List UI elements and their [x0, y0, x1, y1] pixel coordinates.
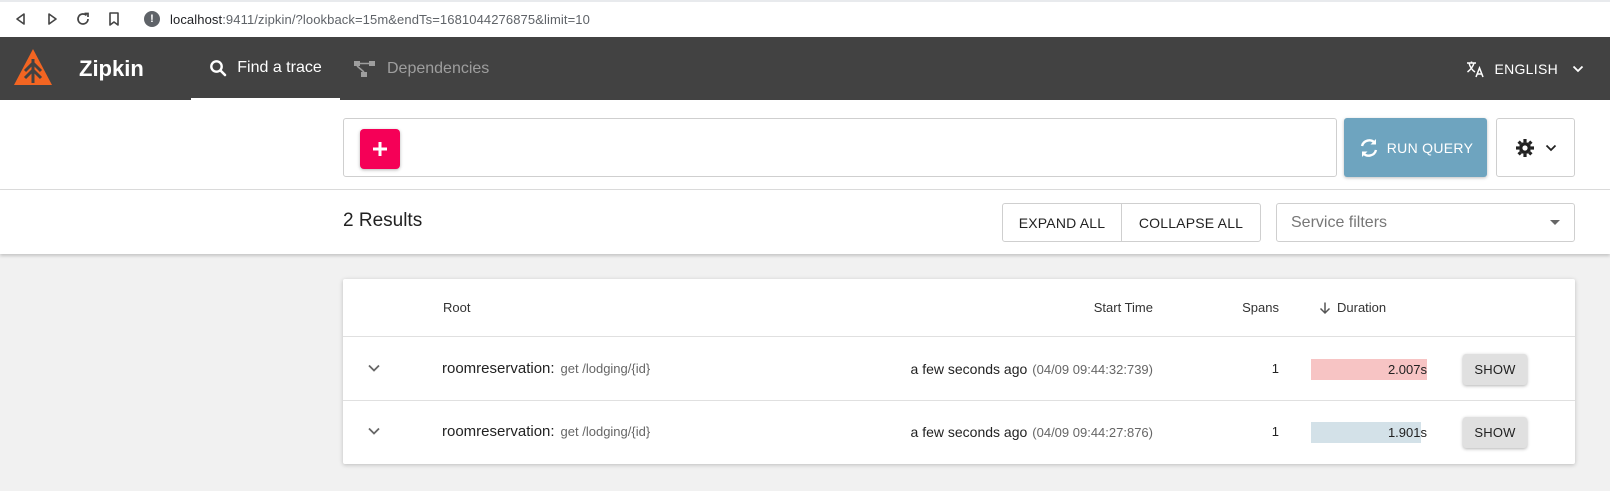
expand-row-icon[interactable] [366, 360, 382, 379]
translate-icon [1467, 61, 1485, 77]
zipkin-logo-icon[interactable] [12, 47, 54, 89]
refresh-icon [1360, 138, 1377, 157]
column-start-time[interactable]: Start Time [1094, 300, 1153, 315]
root-cell: roomreservation: get /lodging/{id} [442, 423, 650, 440]
column-root[interactable]: Root [443, 300, 470, 315]
dependencies-icon [354, 60, 375, 77]
operation-name: get /lodging/{id} [560, 424, 651, 439]
query-bar: RUN QUERY [0, 100, 1610, 190]
chevron-down-icon [1545, 144, 1556, 151]
expand-collapse-group: EXPAND ALL COLLAPSE ALL [1002, 203, 1261, 242]
browser-toolbar: ! localhost:9411/zipkin/?lookback=15m&en… [0, 0, 1610, 37]
collapse-all-button[interactable]: COLLAPSE ALL [1122, 204, 1260, 241]
expand-row-icon[interactable] [366, 423, 382, 442]
column-duration[interactable]: Duration [1318, 300, 1386, 315]
dropdown-arrow-icon [1550, 220, 1560, 225]
start-time-relative: a few seconds ago [910, 424, 1028, 440]
settings-button[interactable] [1496, 118, 1575, 177]
language-selector[interactable]: ENGLISH [1466, 37, 1584, 100]
add-criteria-button[interactable] [360, 129, 400, 169]
url-host: localhost [170, 11, 223, 27]
reload-icon[interactable] [73, 9, 93, 29]
address-bar[interactable]: ! localhost:9411/zipkin/?lookback=15m&en… [136, 5, 1610, 33]
spans-count: 1 [1271, 424, 1279, 439]
start-time-absolute: (04/09 09:44:27:876) [1032, 425, 1153, 440]
run-query-label: RUN QUERY [1386, 139, 1474, 156]
duration-cell: 2.007s [1311, 359, 1427, 380]
duration-value: 2.007s [1387, 362, 1427, 377]
chevron-down-icon [1572, 65, 1584, 72]
table-row[interactable]: roomreservation: get /lodging/{id} a few … [343, 338, 1575, 401]
url-path: :9411/zipkin/?lookback=15m&endTs=1681044… [222, 11, 590, 27]
language-label: ENGLISH [1494, 60, 1558, 77]
search-icon [210, 59, 227, 76]
show-trace-button[interactable]: SHOW [1463, 354, 1527, 385]
column-spans[interactable]: Spans [1242, 300, 1279, 315]
table-row[interactable]: roomreservation: get /lodging/{id} a few … [343, 401, 1575, 464]
browser-tab-strip [0, 0, 1610, 2]
start-time-cell: a few seconds ago (04/09 09:44:32:739) [911, 361, 1153, 377]
gear-icon [1515, 138, 1534, 157]
table-header: Root Start Time Spans Duration [343, 279, 1575, 337]
bookmark-icon[interactable] [104, 9, 124, 29]
service-filters-placeholder: Service filters [1291, 213, 1388, 231]
plus-icon [373, 142, 387, 156]
column-duration-label: Duration [1337, 300, 1387, 315]
tab-find-a-trace[interactable]: Find a trace [191, 37, 340, 100]
start-time-cell: a few seconds ago (04/09 09:44:27:876) [911, 424, 1153, 440]
back-icon[interactable] [11, 9, 31, 29]
arrow-down-icon [1319, 302, 1331, 314]
duration-value: 1.901s [1387, 425, 1427, 440]
service-filters-select[interactable]: Service filters [1276, 203, 1575, 242]
operation-name: get /lodging/{id} [560, 361, 651, 376]
app-brand[interactable]: Zipkin [79, 56, 144, 82]
service-name: roomreservation: [442, 360, 555, 377]
show-trace-button[interactable]: SHOW [1463, 417, 1527, 448]
tab-dependencies-label: Dependencies [387, 59, 490, 77]
tab-dependencies[interactable]: Dependencies [353, 37, 489, 100]
traces-table: Root Start Time Spans Duration roomreser… [343, 279, 1575, 464]
app-header: Zipkin Find a trace Dependencies ENGLISH [0, 37, 1610, 100]
start-time-absolute: (04/09 09:44:32:739) [1032, 362, 1153, 377]
duration-cell: 1.901s [1311, 422, 1427, 443]
run-query-button[interactable]: RUN QUERY [1344, 118, 1487, 177]
tab-find-a-trace-label: Find a trace [237, 58, 322, 76]
root-cell: roomreservation: get /lodging/{id} [442, 360, 650, 377]
query-criteria-input[interactable] [343, 118, 1337, 177]
forward-icon[interactable] [42, 9, 62, 29]
results-header: 2 Results EXPAND ALL COLLAPSE ALL Servic… [0, 190, 1610, 254]
service-name: roomreservation: [442, 423, 555, 440]
expand-all-button[interactable]: EXPAND ALL [1003, 204, 1122, 241]
start-time-relative: a few seconds ago [910, 361, 1028, 377]
address-url: localhost:9411/zipkin/?lookback=15m&endT… [170, 12, 590, 27]
site-info-icon[interactable]: ! [144, 11, 160, 27]
results-count: 2 Results [343, 210, 423, 231]
spans-count: 1 [1271, 361, 1279, 376]
